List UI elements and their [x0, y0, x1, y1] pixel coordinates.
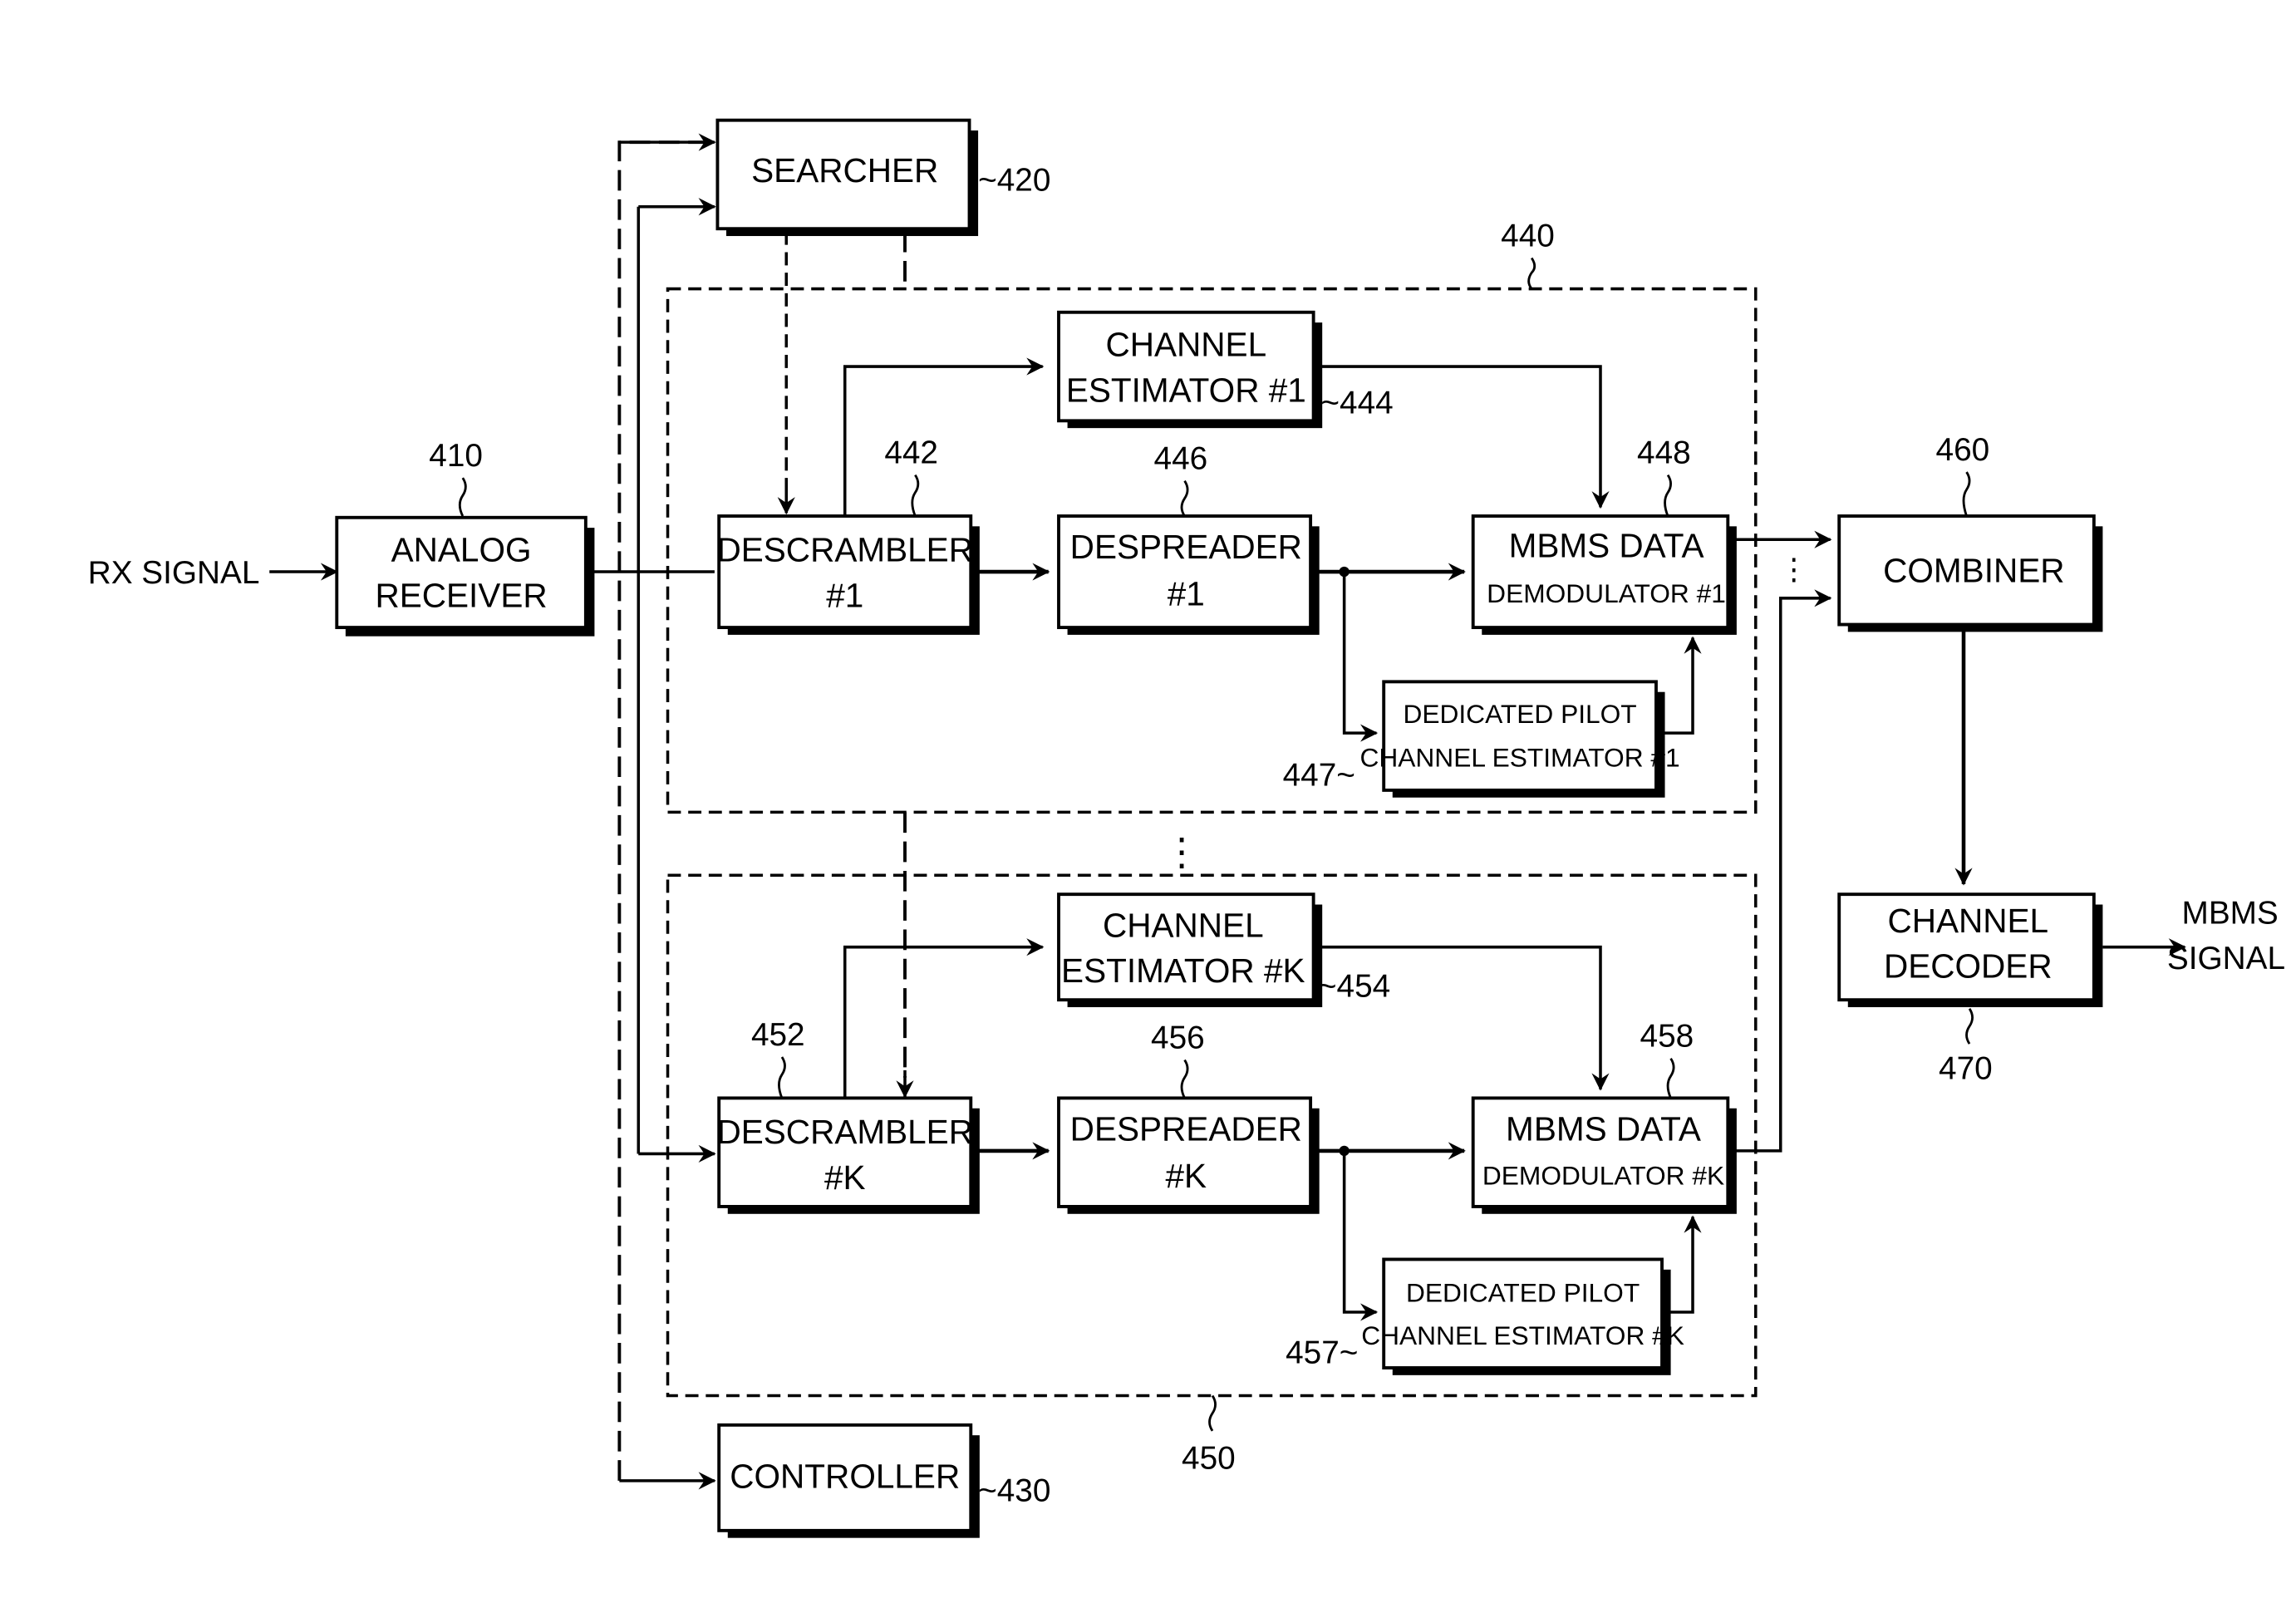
block-diagram: RX SIGNAL ANALOG RECEIVER 410 SEARCHER ~…: [88, 118, 2285, 1538]
descrambler-1-label-1: DESCRAMBLER: [716, 531, 973, 569]
descrambler-k-label-1: DESCRAMBLER: [716, 1113, 973, 1151]
ref-470: 470: [1939, 1050, 1993, 1086]
branch-ellipsis: ⋮: [1163, 831, 1201, 873]
dedicated-pilot-1-label-1: DEDICATED PILOT: [1403, 699, 1636, 729]
analog-receiver-label-1: ANALOG: [391, 531, 532, 569]
ref-456: 456: [1151, 1020, 1205, 1055]
combiner-input-ellipsis: ⋮: [1779, 553, 1808, 586]
dedicated-pilot-1-label-2: CHANNEL ESTIMATOR #1: [1359, 743, 1679, 773]
despreader-1-block: DESPREADER #1: [1057, 514, 1320, 635]
channel-estimator-k-label-1: CHANNEL: [1103, 906, 1264, 944]
ref-448: 448: [1637, 435, 1691, 470]
ref-444: ~444: [1320, 385, 1393, 420]
analog-receiver-label-2: RECEIVER: [375, 576, 547, 614]
channel-decoder-block: CHANNEL DECODER: [1837, 892, 2103, 1008]
channel-decoder-label-1: CHANNEL: [1887, 902, 2048, 940]
ref-458: 458: [1640, 1019, 1694, 1055]
channel-estimator-1-block: CHANNEL ESTIMATOR #1: [1057, 310, 1323, 429]
channel-estimator-k-block: CHANNEL ESTIMATOR #K: [1057, 892, 1323, 1008]
dedicated-pilot-estimator-k-block: DEDICATED PILOT CHANNEL ESTIMATOR #K: [1361, 1257, 1684, 1375]
descrambler-1-block: DESCRAMBLER #1: [716, 514, 980, 635]
despreader-1-label-2: #1: [1168, 575, 1205, 613]
despreader-k-label-1: DESPREADER: [1070, 1110, 1302, 1148]
despreader-1-label-1: DESPREADER: [1070, 528, 1302, 566]
analog-receiver-block: ANALOG RECEIVER: [335, 515, 595, 637]
mbms-demod-k-label-2: DEMODULATOR #K: [1482, 1160, 1724, 1190]
mbms-demodulator-1-block: MBMS DATA DEMODULATOR #1: [1471, 514, 1737, 635]
ref-410: 410: [429, 438, 483, 474]
ref-430: ~430: [978, 1473, 1050, 1509]
ref-440: 440: [1501, 218, 1555, 253]
channel-estimator-1-label-1: CHANNEL: [1105, 326, 1266, 364]
searcher-label: SEARCHER: [751, 151, 938, 189]
mbms-signal-label-1: MBMS: [2182, 895, 2279, 931]
ref-446: 446: [1154, 441, 1208, 477]
descrambler-1-label-2: #1: [826, 576, 863, 614]
ref-447: 447~: [1283, 758, 1355, 794]
ref-450: 450: [1182, 1441, 1236, 1477]
channel-estimator-k-label-2: ESTIMATOR #K: [1061, 951, 1305, 990]
ref-454: ~454: [1318, 969, 1390, 1005]
ref-460: 460: [1936, 432, 1990, 468]
dedicated-pilot-k-label-2: CHANNEL ESTIMATOR #K: [1361, 1320, 1684, 1350]
ref-452: 452: [751, 1017, 805, 1053]
mbms-demodulator-k-block: MBMS DATA DEMODULATOR #K: [1471, 1096, 1737, 1214]
dedicated-pilot-k-label-1: DEDICATED PILOT: [1406, 1278, 1640, 1308]
controller-label: CONTROLLER: [730, 1458, 960, 1496]
combiner-block: COMBINER: [1837, 514, 2103, 632]
channel-estimator-1-label-2: ESTIMATOR #1: [1066, 371, 1306, 409]
channel-decoder-label-2: DECODER: [1884, 947, 2053, 986]
controller-block: CONTROLLER: [717, 1423, 980, 1538]
rx-signal-label: RX SIGNAL: [88, 555, 260, 591]
mbms-signal-label-2: SIGNAL: [2167, 941, 2285, 976]
searcher-block: SEARCHER: [715, 118, 979, 237]
ref-457: 457~: [1286, 1335, 1358, 1371]
despreader-k-block: DESPREADER #K: [1057, 1096, 1320, 1214]
mbms-demod-k-label-1: MBMS DATA: [1506, 1110, 1701, 1148]
mbms-demod-1-label-2: DEMODULATOR #1: [1487, 578, 1726, 608]
ref-442: 442: [884, 435, 938, 470]
combiner-label: COMBINER: [1883, 551, 2064, 589]
descrambler-k-block: DESCRAMBLER #K: [716, 1096, 980, 1214]
mbms-demod-1-label-1: MBMS DATA: [1509, 526, 1704, 564]
descrambler-k-label-2: #K: [824, 1158, 866, 1197]
ref-420: ~420: [978, 162, 1050, 198]
despreader-k-label-2: #K: [1166, 1157, 1207, 1195]
dedicated-pilot-estimator-1-block: DEDICATED PILOT CHANNEL ESTIMATOR #1: [1359, 680, 1680, 798]
